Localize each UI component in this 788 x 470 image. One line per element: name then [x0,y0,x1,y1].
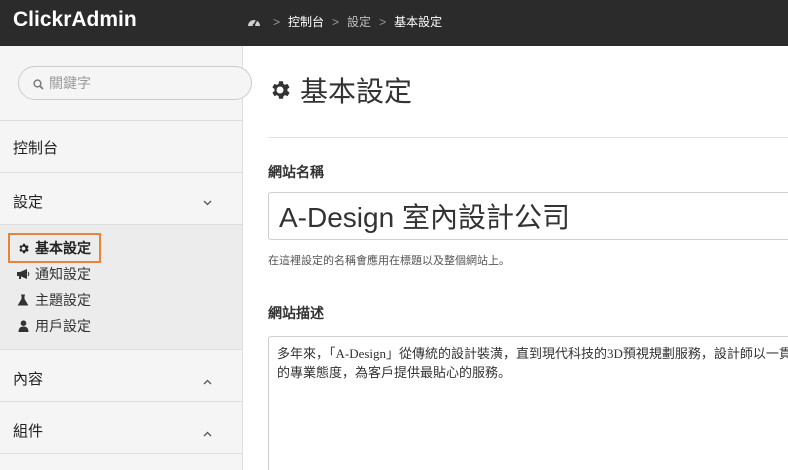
breadcrumb-dashboard[interactable]: 控制台 [288,13,324,30]
breadcrumb-separator: > [379,14,387,29]
chevron-up-icon [203,372,212,389]
sidebar-divider [0,453,242,470]
gear-icon [15,242,31,255]
sidebar-item-label: 控制台 [13,140,59,157]
page-title-text: 基本設定 [300,76,413,107]
sidebar-item-settings[interactable]: 設定 [0,172,242,225]
sidebar-item-label: 組件 [13,423,44,440]
divider [268,137,788,138]
gear-icon [268,78,292,102]
submenu-item-label: 通知設定 [35,266,91,282]
sidebar: 控制台 設定 基本設定 通知設定 主題設定 [0,46,252,470]
breadcrumb: > 控制台 > 設定 > 基本設定 [247,13,442,30]
chevron-up-icon [203,424,212,441]
flask-icon [15,294,31,306]
submenu-item-label: 基本設定 [35,240,91,256]
submenu-item-user-settings[interactable]: 用戶設定 [15,316,91,336]
chevron-down-icon [203,193,212,210]
submenu-item-label: 用戶設定 [35,318,91,334]
breadcrumb-current: 基本設定 [394,15,443,29]
site-name-help: 在這裡設定的名稱會應用在標題以及整個網站上。 [268,255,510,267]
site-description-label: 網站描述 [268,305,324,321]
submenu-item-theme-settings[interactable]: 主題設定 [15,290,91,310]
site-name-label: 網站名稱 [268,164,324,180]
search-box[interactable] [18,66,252,100]
app-logo[interactable]: ClickrAdmin [13,8,137,32]
submenu-item-notification-settings[interactable]: 通知設定 [15,264,91,284]
bullhorn-icon [15,268,31,280]
breadcrumb-settings[interactable]: 設定 [347,13,371,30]
sidebar-item-label: 內容 [13,371,44,388]
breadcrumb-separator: > [332,14,340,29]
breadcrumb-separator: > [273,14,281,29]
user-icon [15,320,31,332]
site-description-textarea[interactable]: 多年來，「A-Design」從傳統的設計裝潢，直到現代科技的3D預視規劃服務，設… [268,336,788,470]
sidebar-item-components[interactable]: 組件 [0,401,242,454]
search-input[interactable] [49,73,239,93]
page-title: 基本設定 [268,70,412,110]
submenu-item-label: 主題設定 [35,292,91,308]
top-bar: ClickrAdmin > 控制台 > 設定 > 基本設定 [0,0,788,46]
sidebar-item-dashboard[interactable]: 控制台 [0,120,242,173]
site-name-input[interactable] [268,192,788,240]
sidebar-item-content[interactable]: 內容 [0,349,242,402]
search-icon [33,77,44,95]
dashboard-icon [247,16,261,28]
submenu-item-basic-settings[interactable]: 基本設定 [8,233,101,263]
settings-submenu: 基本設定 通知設定 主題設定 用戶設定 [0,224,242,350]
sidebar-item-label: 設定 [13,194,44,211]
